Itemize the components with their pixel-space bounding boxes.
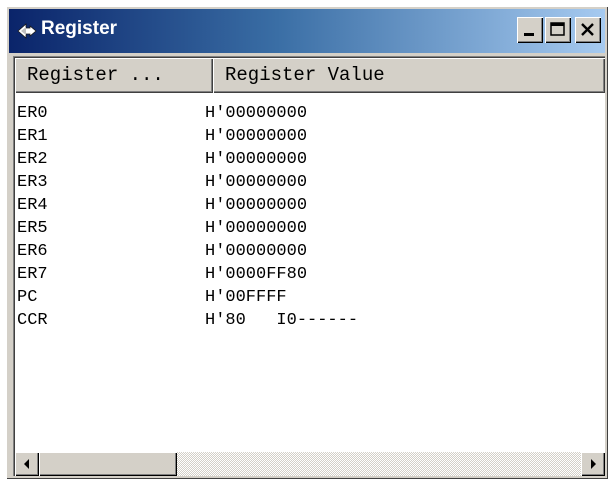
arrow-left-icon [24,459,29,469]
register-name: ER3 [17,173,48,192]
register-value: H'00FFFF [205,288,287,307]
table-row[interactable]: ER5 H'00000000 [15,217,605,240]
column-header-register-value[interactable]: Register Value [213,58,605,93]
minimize-icon [524,33,534,36]
register-name: ER7 [17,265,48,284]
register-value: H'0000FF80 [205,265,308,284]
table-row[interactable]: CCR H'80 I0------ [15,309,605,332]
table-row[interactable]: ER1 H'00000000 [15,125,605,148]
register-value: H'00000000 [205,127,308,146]
scrollbar-thumb[interactable] [39,452,177,476]
title-bar[interactable]: Register [9,9,605,53]
scroll-left-button[interactable] [15,452,39,476]
maximize-icon [550,22,565,36]
register-window: Register Register ... Register Value ER0 [6,6,608,479]
close-button[interactable] [575,17,601,43]
table-row[interactable]: ER0 H'00000000 [15,102,605,125]
close-icon [581,23,594,36]
register-value: H'80 I0------ [205,311,359,330]
register-name: ER2 [17,150,48,169]
window-title: Register [41,18,118,39]
register-value: H'00000000 [205,150,308,169]
maximize-button[interactable] [545,17,571,43]
register-value: H'00000000 [205,173,308,192]
register-list-view: Register ... Register Value ER0 H'000000… [13,56,605,476]
register-name: PC [17,288,38,307]
table-row[interactable]: ER7 H'0000FF80 [15,263,605,286]
register-name: ER1 [17,127,48,146]
register-name: ER0 [17,104,48,123]
table-row[interactable]: ER6 H'00000000 [15,240,605,263]
register-value: H'00000000 [205,219,308,238]
column-header-register-name[interactable]: Register ... [15,58,213,93]
register-value: H'00000000 [205,242,308,261]
register-value: H'00000000 [205,104,308,123]
table-row[interactable]: PC H'00FFFF [15,286,605,309]
table-row[interactable]: ER2 H'00000000 [15,148,605,171]
table-row[interactable]: ER4 H'00000000 [15,194,605,217]
minimize-button[interactable] [517,17,543,43]
horizontal-scrollbar[interactable] [15,452,605,476]
register-value: H'00000000 [205,196,308,215]
register-name: ER4 [17,196,48,215]
table-header: Register ... Register Value [15,58,605,93]
register-app-icon[interactable] [17,20,37,40]
register-name: CCR [17,311,48,330]
arrow-right-icon [591,459,596,469]
register-name: ER5 [17,219,48,238]
table-row[interactable]: ER3 H'00000000 [15,171,605,194]
register-name: ER6 [17,242,48,261]
register-rows: ER0 H'00000000 ER1 H'00000000 ER2 H'0000… [15,102,605,332]
scroll-right-button[interactable] [581,452,605,476]
